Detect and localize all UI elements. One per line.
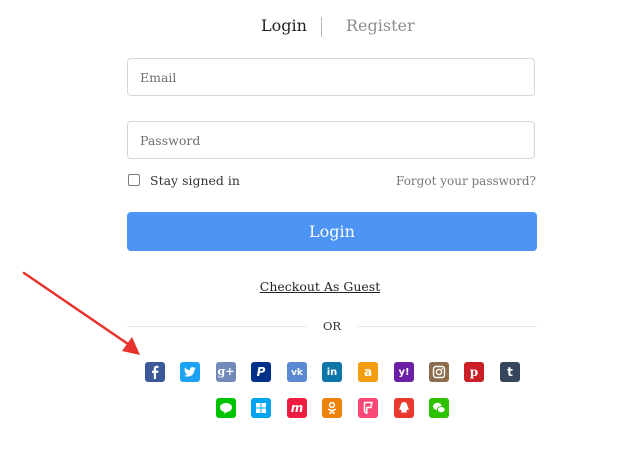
twitter-login-button[interactable] [180,362,200,382]
tab-divider [321,17,322,37]
meetup-icon: m [290,401,304,415]
password-input[interactable] [140,122,520,158]
tab-login[interactable]: Login [261,14,307,38]
line-icon [216,398,236,418]
stay-signed-in-checkbox[interactable] [128,174,140,186]
forgot-password-link[interactable]: Forgot your password? [396,173,536,189]
odnoklassniki-login-button[interactable] [322,398,342,418]
google-plus-login-button[interactable]: g+ [216,362,236,382]
tumblr-icon: t [507,365,513,379]
yahoo-login-button[interactable]: y! [394,362,414,382]
instagram-icon [429,362,449,382]
tumblr-login-button[interactable]: t [500,362,520,382]
paypal-icon: P [256,365,266,379]
password-field[interactable] [127,121,535,159]
paypal-login-button[interactable]: P [251,362,271,382]
pinterest-login-button[interactable]: p [464,362,484,382]
windows-login-button[interactable] [251,398,271,418]
wechat-icon [429,398,449,418]
google-plus-icon: g+ [217,365,235,378]
amazon-icon: a [363,365,373,379]
linkedin-icon: in [326,367,338,378]
login-button[interactable]: Login [127,212,537,251]
divider-line-right [357,326,537,327]
amazon-login-button[interactable]: a [358,362,378,382]
qq-icon [394,398,414,418]
checkout-as-guest-link[interactable]: Checkout As Guest [260,279,380,294]
qq-login-button[interactable] [394,398,414,418]
vk-login-button[interactable]: vk [287,362,307,382]
auth-tabs: Login Register [0,14,640,40]
tab-register[interactable]: Register [346,14,415,38]
guest-checkout: Checkout As Guest [0,279,640,295]
foursquare-login-button[interactable] [358,398,378,418]
windows-icon [251,398,271,418]
email-input[interactable] [140,59,520,95]
linkedin-login-button[interactable]: in [322,362,342,382]
yahoo-icon: y! [398,367,410,378]
pinterest-icon: p [469,365,479,379]
email-field[interactable] [127,58,535,96]
vk-icon: vk [291,368,303,378]
or-divider: OR [127,317,537,335]
wechat-login-button[interactable] [429,398,449,418]
stay-signed-in-label[interactable]: Stay signed in [150,173,240,189]
foursquare-icon [358,398,378,418]
instagram-login-button[interactable] [429,362,449,382]
odnoklassniki-icon [322,398,342,418]
facebook-login-button[interactable] [145,362,165,382]
line-login-button[interactable] [216,398,236,418]
twitter-icon [180,362,200,382]
meetup-login-button[interactable]: m [287,398,307,418]
facebook-icon [145,362,165,382]
